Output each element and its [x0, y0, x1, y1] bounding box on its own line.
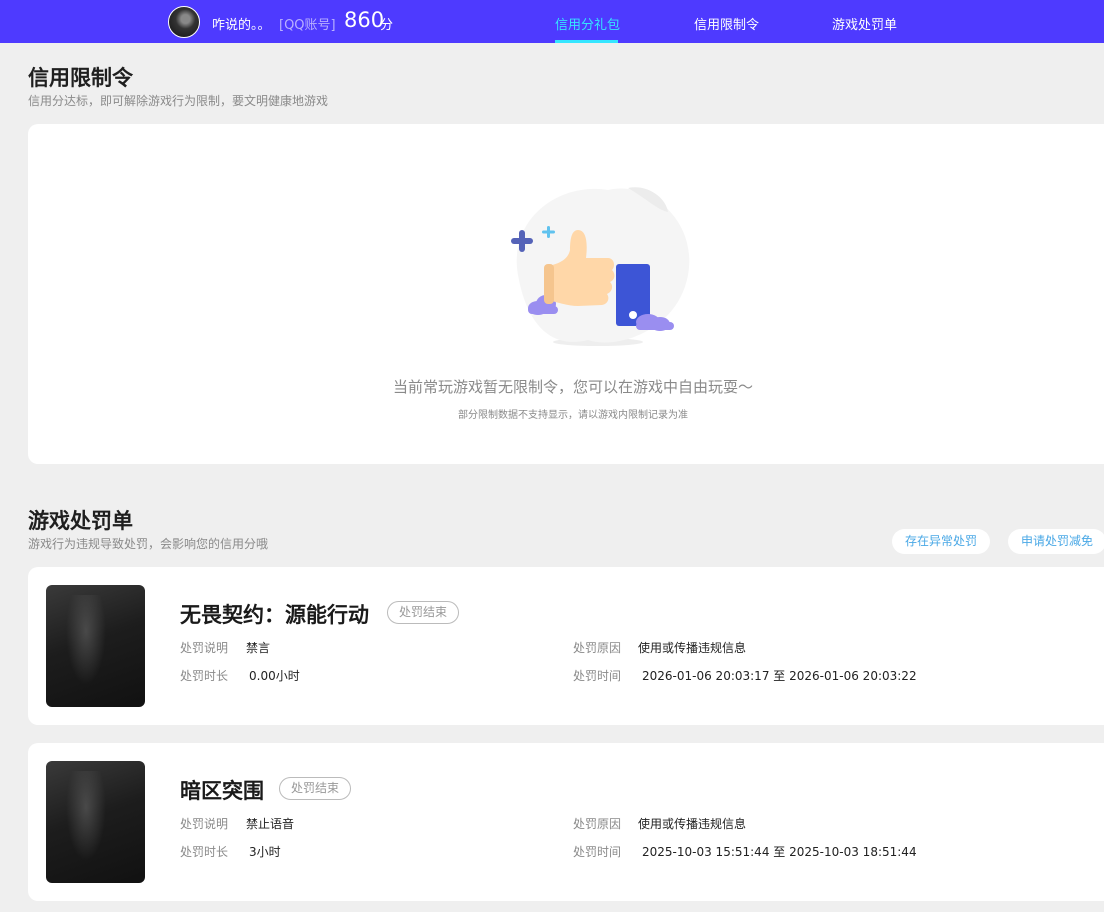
status-badge: 处罚结束	[279, 777, 352, 800]
penalty-time-value: 2026-01-06 20:03:17 至 2026-01-06 20:03:2…	[642, 669, 917, 683]
restriction-empty-card: 当前常玩游戏暂无限制令，您可以在游戏中自由玩耍～ 部分限制数据不支持显示，请以游…	[28, 124, 1104, 464]
empty-state-message: 当前常玩游戏暂无限制令，您可以在游戏中自由玩耍～	[392, 378, 753, 396]
restriction-section-subtitle: 信用分达标，即可解除游戏行为限制，要文明健康地游戏	[28, 94, 329, 108]
penalty-duration-label: 处罚时长	[180, 669, 229, 683]
game-thumbnail	[46, 761, 145, 883]
penalty-card: 暗区突围 处罚结束 处罚说明 禁止语音 处罚时长 3小时 处罚原因 使用或传播违…	[28, 743, 1104, 901]
penalty-reason-label: 处罚原因	[573, 641, 622, 655]
active-nav-indicator	[555, 40, 618, 43]
status-badge: 处罚结束	[387, 601, 460, 624]
restriction-section-title: 信用限制令	[28, 66, 133, 90]
username: 咋说的。。	[212, 18, 271, 33]
penalty-desc-label: 处罚说明	[180, 817, 229, 831]
penalty-section-title: 游戏处罚单	[28, 509, 133, 533]
top-bar: 咋说的。。 [QQ账号] 860 分 信用分礼包 信用限制令 游戏处罚单	[0, 0, 1104, 43]
penalty-reason-value: 使用或传播违规信息	[638, 817, 747, 831]
penalty-time-label: 处罚时间	[573, 669, 622, 683]
penalty-section-subtitle: 游戏行为违规导致处罚，会影响您的信用分哦	[28, 537, 269, 551]
abnormal-penalty-button[interactable]: 存在异常处罚	[892, 529, 990, 554]
penalty-duration-value: 3小时	[249, 845, 281, 859]
nav-credit-restriction[interactable]: 信用限制令	[694, 14, 759, 33]
nav-credit-gift[interactable]: 信用分礼包	[555, 14, 620, 33]
nav-game-penalty[interactable]: 游戏处罚单	[832, 14, 897, 33]
credit-score: 860	[344, 8, 385, 32]
credit-score-unit: 分	[380, 18, 394, 33]
penalty-time-label: 处罚时间	[573, 845, 622, 859]
game-name: 暗区突围	[180, 779, 264, 803]
penalty-reason-value: 使用或传播违规信息	[638, 641, 747, 655]
penalty-duration-label: 处罚时长	[180, 845, 229, 859]
penalty-card: 无畏契约：源能行动 处罚结束 处罚说明 禁言 处罚时长 0.00小时 处罚原因 …	[28, 567, 1104, 725]
penalty-reason-label: 处罚原因	[573, 817, 622, 831]
game-name: 无畏契约：源能行动	[180, 603, 369, 627]
penalty-desc-value: 禁言	[246, 641, 271, 655]
penalty-duration-value: 0.00小时	[249, 669, 300, 683]
game-thumbnail	[46, 585, 145, 707]
avatar[interactable]	[168, 6, 200, 38]
penalty-time-value: 2025-10-03 15:51:44 至 2025-10-03 18:51:4…	[642, 845, 917, 859]
penalty-desc-value: 禁止语音	[246, 817, 295, 831]
penalty-desc-label: 处罚说明	[180, 641, 229, 655]
empty-state-note: 部分限制数据不支持显示，请以游戏内限制记录为准	[458, 410, 688, 421]
account-type-tag: [QQ账号]	[279, 18, 336, 33]
apply-penalty-reduction-button[interactable]: 申请处罚减免	[1008, 529, 1104, 554]
thumbs-up-icon	[511, 187, 690, 346]
